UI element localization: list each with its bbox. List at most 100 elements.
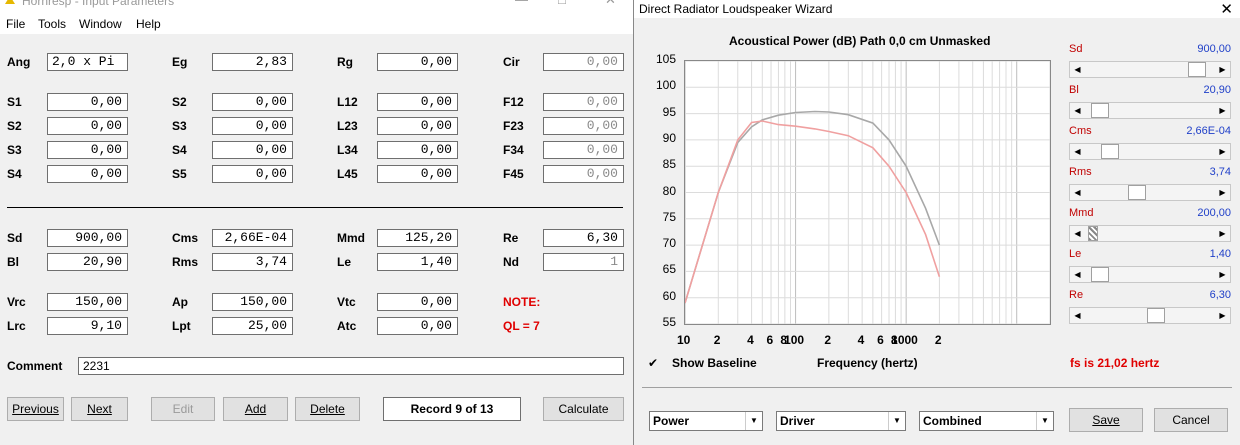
driver-combo[interactable]: Driver ▼ (776, 411, 906, 431)
menu-window[interactable]: Window (79, 17, 122, 31)
field-s2-row[interactable]: 0,00 (47, 117, 128, 135)
power-combo[interactable]: Power ▼ (649, 411, 763, 431)
add-button[interactable]: Add (223, 397, 288, 421)
field-s4[interactable]: 0,00 (212, 141, 293, 159)
minimize-icon[interactable]: — (515, 0, 528, 7)
field-le[interactable]: 1,40 (377, 253, 458, 271)
field-rg[interactable]: 0,00 (377, 53, 458, 71)
slider-cms[interactable]: ◀ ▶ (1069, 143, 1231, 160)
param-name-sd: Sd (1069, 43, 1083, 55)
scroll-right-icon[interactable]: ▶ (1215, 226, 1230, 241)
power-combo-value: Power (653, 414, 690, 428)
field-bl[interactable]: 20,90 (47, 253, 128, 271)
previous-button[interactable]: Previous (7, 397, 64, 421)
scroll-left-icon[interactable]: ◀ (1070, 185, 1085, 200)
save-button[interactable]: Save (1069, 408, 1143, 432)
field-f34[interactable]: 0,00 (543, 141, 624, 159)
slider-thumb[interactable] (1146, 308, 1165, 323)
slider-le[interactable]: ◀ ▶ (1069, 266, 1231, 283)
field-s3-row[interactable]: 0,00 (47, 141, 128, 159)
edit-button[interactable]: Edit (151, 397, 215, 421)
slider-bl[interactable]: ◀ ▶ (1069, 102, 1231, 119)
combined-combo[interactable]: Combined ▼ (919, 411, 1054, 431)
cancel-button[interactable]: Cancel (1154, 408, 1228, 432)
scroll-left-icon[interactable]: ◀ (1070, 62, 1085, 77)
field-s4-row[interactable]: 0,00 (47, 165, 128, 183)
slider-thumb[interactable] (1088, 226, 1099, 241)
field-f12[interactable]: 0,00 (543, 93, 624, 111)
field-ang[interactable]: 2,0 x Pi (47, 53, 128, 71)
menu-file[interactable]: File (6, 17, 25, 31)
slider-thumb[interactable] (1188, 62, 1207, 77)
y-tick-label: 75 (662, 209, 676, 224)
field-sd[interactable]: 900,00 (47, 229, 128, 247)
x-tick-label: 100 (784, 333, 805, 347)
param-name-re: Re (1069, 289, 1084, 301)
field-l12[interactable]: 0,00 (377, 93, 458, 111)
scroll-left-icon[interactable]: ◀ (1070, 144, 1085, 159)
field-s3[interactable]: 0,00 (212, 117, 293, 135)
field-nd[interactable]: 1 (543, 253, 624, 271)
calculate-button[interactable]: Calculate (543, 397, 624, 421)
label-cir: Cir (503, 55, 520, 69)
slider-sd[interactable]: ◀ ▶ (1069, 61, 1231, 78)
field-cms[interactable]: 2,66E-04 (212, 229, 293, 247)
field-s5[interactable]: 0,00 (212, 165, 293, 183)
field-mmd[interactable]: 125,20 (377, 229, 458, 247)
close-icon[interactable]: ✕ (605, 0, 616, 8)
combined-combo-value: Combined (923, 414, 982, 428)
delete-button[interactable]: Delete (295, 397, 360, 421)
menu-tools[interactable]: Tools (38, 17, 66, 31)
next-button[interactable]: Next (71, 397, 128, 421)
scroll-right-icon[interactable]: ▶ (1215, 185, 1230, 200)
field-l34[interactable]: 0,00 (377, 141, 458, 159)
show-baseline-label[interactable]: Show Baseline (672, 356, 757, 370)
maximize-icon[interactable]: □ (558, 0, 566, 7)
slider-thumb[interactable] (1100, 144, 1119, 159)
scroll-left-icon[interactable]: ◀ (1070, 267, 1085, 282)
field-f23[interactable]: 0,00 (543, 117, 624, 135)
label-s2: S2 (172, 95, 187, 109)
field-ap[interactable]: 150,00 (212, 293, 293, 311)
label-cms: Cms (172, 231, 199, 245)
field-cir[interactable]: 0,00 (543, 53, 624, 71)
note-ql: QL = 7 (503, 319, 540, 333)
field-lrc[interactable]: 9,10 (47, 317, 128, 335)
scroll-right-icon[interactable]: ▶ (1215, 103, 1230, 118)
scroll-left-icon[interactable]: ◀ (1070, 103, 1085, 118)
field-s2[interactable]: 0,00 (212, 93, 293, 111)
label-s5: S5 (172, 167, 187, 181)
dropdown-arrow-icon[interactable]: ▼ (888, 412, 905, 430)
slider-mmd[interactable]: ◀ ▶ (1069, 225, 1231, 242)
field-l45[interactable]: 0,00 (377, 165, 458, 183)
close-icon[interactable]: ✕ (1220, 0, 1233, 18)
field-vtc[interactable]: 0,00 (377, 293, 458, 311)
checkbox-icon[interactable]: ✔ (648, 356, 658, 370)
field-re[interactable]: 6,30 (543, 229, 624, 247)
scroll-right-icon[interactable]: ▶ (1215, 308, 1230, 323)
dropdown-arrow-icon[interactable]: ▼ (745, 412, 762, 430)
scroll-right-icon[interactable]: ▶ (1215, 144, 1230, 159)
slider-re[interactable]: ◀ ▶ (1069, 307, 1231, 324)
scroll-left-icon[interactable]: ◀ (1070, 226, 1085, 241)
slider-thumb[interactable] (1090, 267, 1109, 282)
scroll-right-icon[interactable]: ▶ (1215, 62, 1230, 77)
field-rms[interactable]: 3,74 (212, 253, 293, 271)
field-eg[interactable]: 2,83 (212, 53, 293, 71)
slider-thumb[interactable] (1127, 185, 1146, 200)
field-f45[interactable]: 0,00 (543, 165, 624, 183)
field-atc[interactable]: 0,00 (377, 317, 458, 335)
slider-rms[interactable]: ◀ ▶ (1069, 184, 1231, 201)
field-vrc[interactable]: 150,00 (47, 293, 128, 311)
menu-help[interactable]: Help (136, 17, 161, 31)
param-value-bl: 20,90 (1203, 84, 1231, 96)
scroll-left-icon[interactable]: ◀ (1070, 308, 1085, 323)
slider-thumb[interactable] (1090, 103, 1109, 118)
comment-field[interactable]: 2231 (78, 357, 624, 375)
field-s1[interactable]: 0,00 (47, 93, 128, 111)
label-mmd: Mmd (337, 231, 365, 245)
dropdown-arrow-icon[interactable]: ▼ (1036, 412, 1053, 430)
field-lpt[interactable]: 25,00 (212, 317, 293, 335)
scroll-right-icon[interactable]: ▶ (1215, 267, 1230, 282)
field-l23[interactable]: 0,00 (377, 117, 458, 135)
